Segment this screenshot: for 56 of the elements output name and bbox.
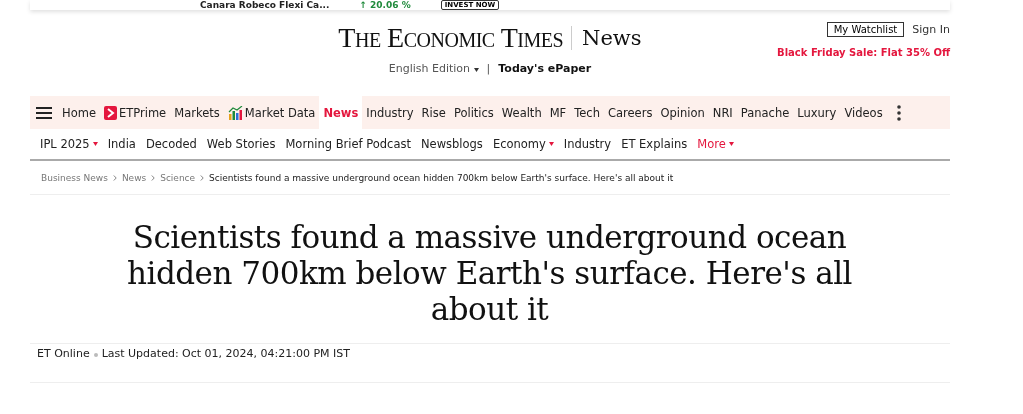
nav-tab[interactable]: Politics xyxy=(449,96,498,129)
nav-tab[interactable]: Wealth xyxy=(497,96,546,129)
nav-tab[interactable]: NRI xyxy=(708,96,737,129)
nav-tab[interactable]: MF xyxy=(545,96,571,129)
breadcrumb-link[interactable]: Science xyxy=(160,172,196,183)
nav-tab[interactable]: Panache xyxy=(736,96,794,129)
nav-tab[interactable]: Markets xyxy=(170,96,224,129)
subnav-link[interactable]: Newsblogs xyxy=(415,137,488,151)
nav-tab[interactable]: Videos xyxy=(840,96,887,129)
breadcrumb-link[interactable]: News xyxy=(121,172,147,183)
menu-icon[interactable] xyxy=(36,105,52,120)
watchlist-button[interactable]: My Watchlist xyxy=(826,22,905,37)
nav-tab[interactable]: ETPrime xyxy=(99,96,171,129)
subnav-link[interactable]: Web Stories xyxy=(201,137,281,151)
article-headline: Scientists found a massive underground ocean hidden 700km below Earth's surface. Here's all about it xyxy=(126,219,853,327)
chevron-icon xyxy=(200,174,205,181)
subnav-link[interactable]: IPL 2025 xyxy=(35,137,103,151)
bar-chart-icon xyxy=(227,105,243,120)
chevron-icon xyxy=(112,174,117,181)
more-icon[interactable] xyxy=(896,104,901,121)
site-logo[interactable]: The Economic Times xyxy=(338,22,564,54)
caret-icon xyxy=(548,142,554,146)
fund-return: ↑ 20.06 % xyxy=(359,0,411,10)
nav-tab[interactable]: Home xyxy=(58,96,100,129)
subnav-link[interactable]: Industry xyxy=(558,137,617,151)
nav-tab[interactable]: Market Data xyxy=(223,96,320,129)
separator: | xyxy=(486,62,491,75)
subnav-link[interactable]: Morning Brief Podcast xyxy=(280,137,416,151)
sign-in-link[interactable]: Sign In xyxy=(912,23,950,36)
dot-separator xyxy=(93,353,98,357)
breadcrumb-link[interactable]: Scientists found a massive underground ocean hidden 700km below Earth's surface. Here's all about it xyxy=(209,172,674,183)
nav-tab[interactable]: Careers xyxy=(604,96,657,129)
subnav-link[interactable]: India xyxy=(102,137,141,151)
etprime-logo-icon xyxy=(103,105,117,120)
fund-name: Canara Robeco Flexi Ca... xyxy=(200,0,330,10)
subnav-link[interactable]: Economy xyxy=(487,137,559,151)
chevron-icon xyxy=(151,174,156,181)
updated-time: Last Updated: Oct 01, 2024, 04:21:00 PM IST xyxy=(101,347,351,360)
nav-tab[interactable]: Rise xyxy=(417,96,450,129)
caret-icon xyxy=(92,142,98,146)
nav-tab[interactable]: Industry xyxy=(362,96,418,129)
nav-tab[interactable]: News xyxy=(319,96,363,129)
subnav-link[interactable]: ET Explains xyxy=(616,137,693,151)
nav-tab[interactable]: Opinion xyxy=(656,96,709,129)
byline: ET Online xyxy=(37,347,90,360)
subnav-link[interactable]: More xyxy=(692,137,739,151)
caret-icon xyxy=(728,142,734,146)
edition-selector[interactable]: English Edition xyxy=(388,62,479,75)
promo-link[interactable]: Black Friday Sale: Flat 35% Off xyxy=(777,47,950,58)
nav-tab[interactable]: Luxury xyxy=(793,96,841,129)
section-title: News xyxy=(571,26,642,50)
caret-icon xyxy=(473,68,479,72)
breadcrumb-link[interactable]: Business News xyxy=(41,172,108,183)
epaper-link[interactable]: Today's ePaper xyxy=(498,62,592,75)
subnav-link[interactable]: Decoded xyxy=(140,137,202,151)
nav-tab[interactable]: Tech xyxy=(570,96,604,129)
